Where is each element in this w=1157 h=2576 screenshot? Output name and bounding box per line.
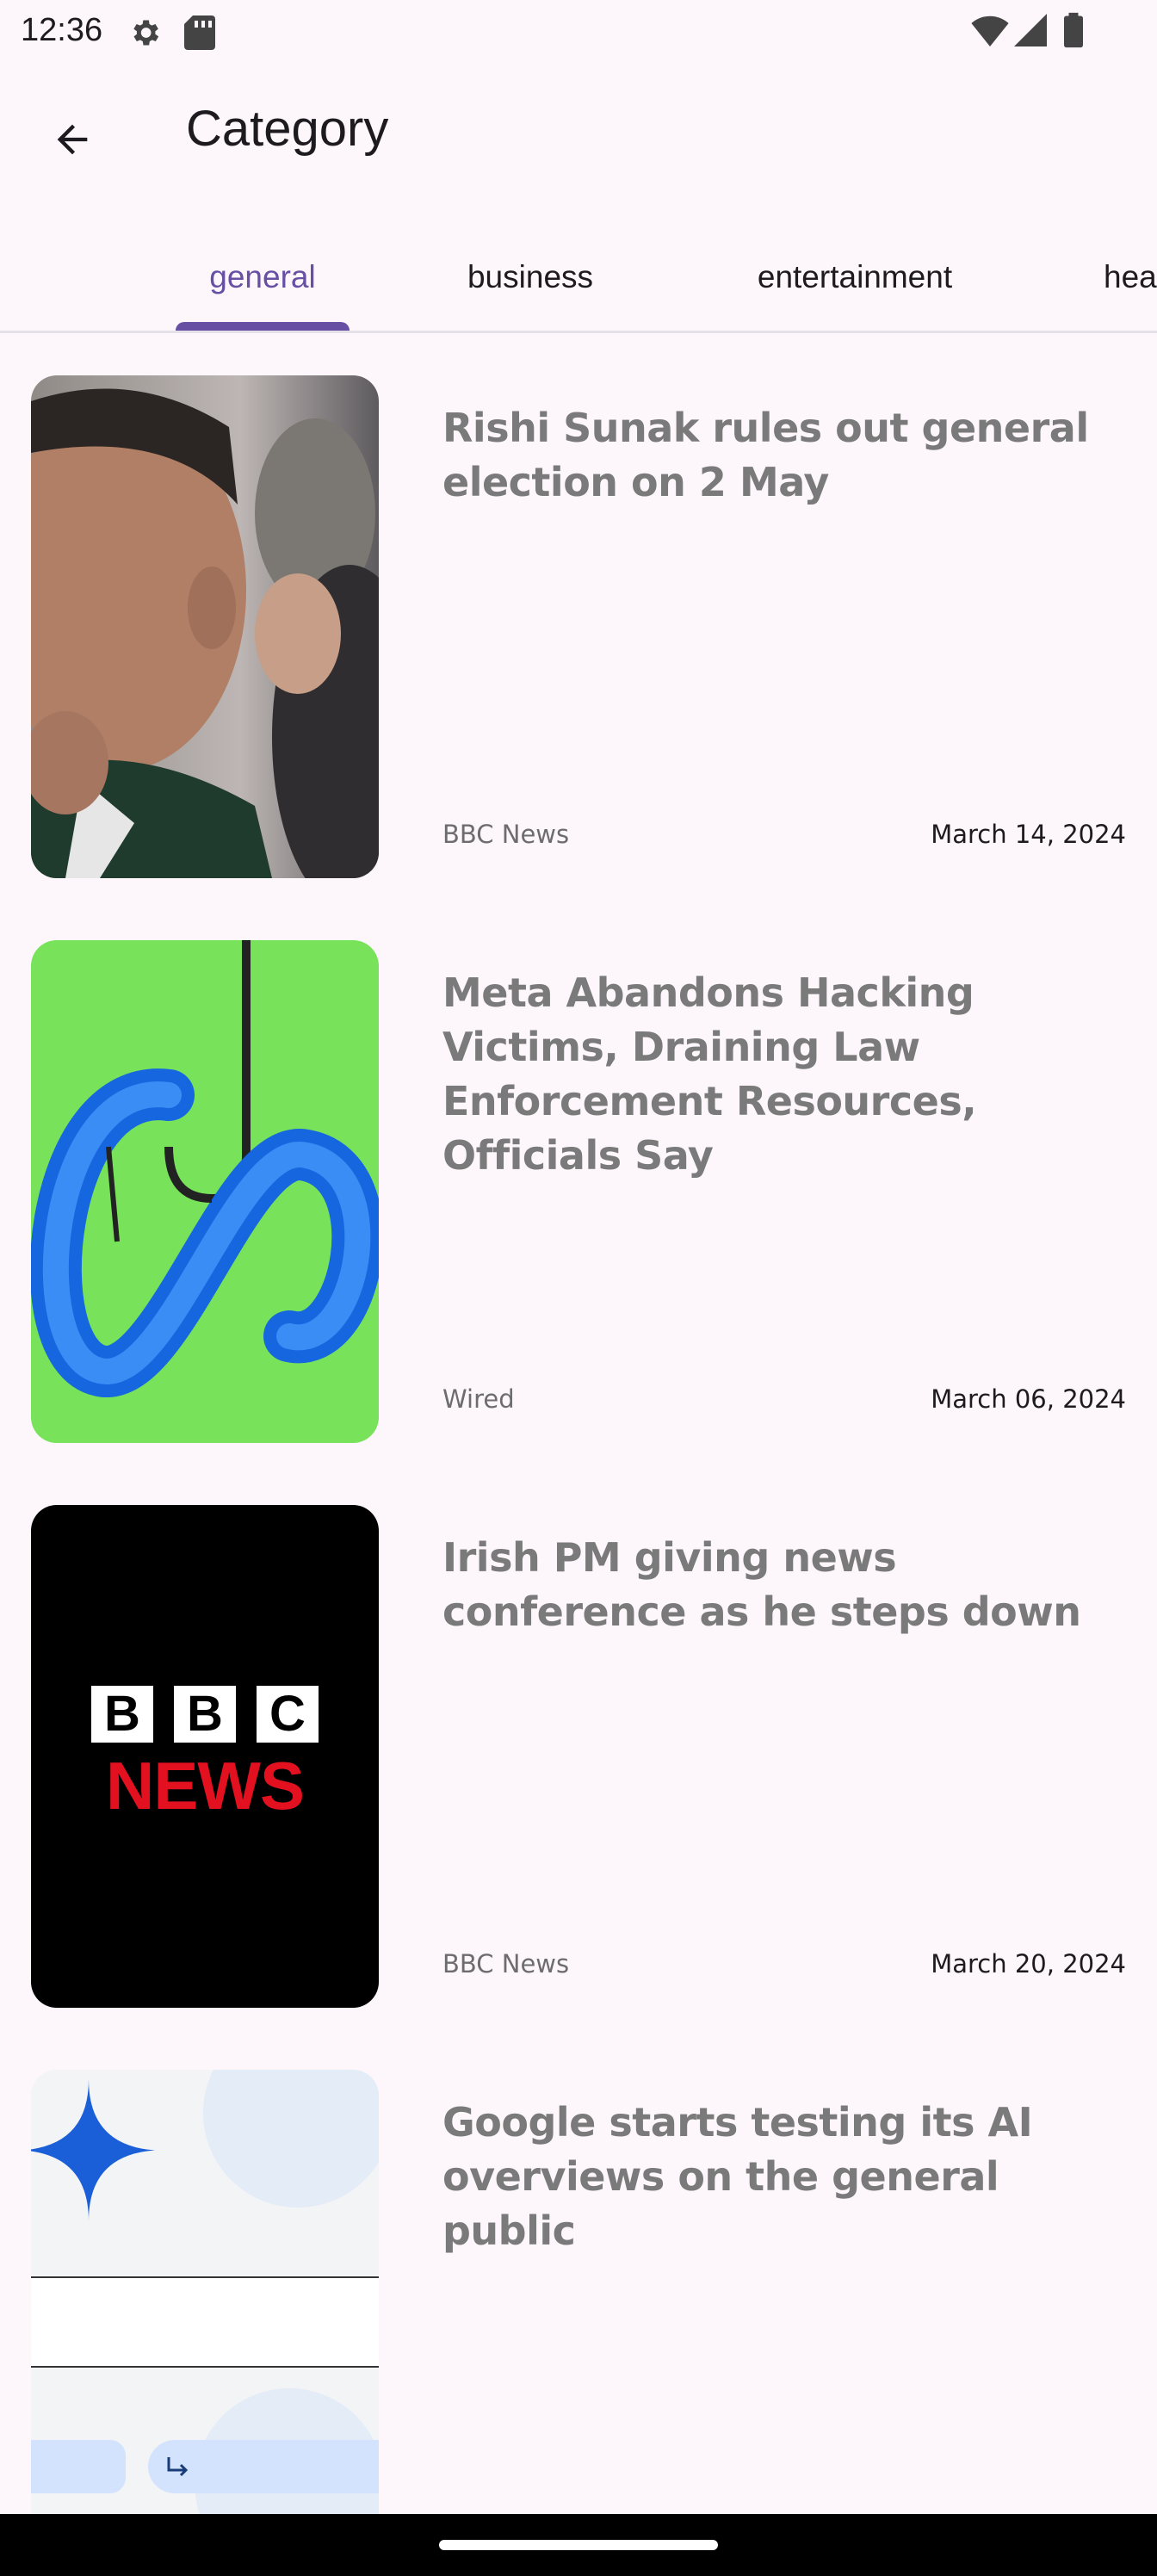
sd-card-icon — [184, 15, 215, 53]
tab-health[interactable]: hea — [1104, 224, 1157, 331]
article-date: March 14, 2024 — [931, 820, 1126, 849]
news-wordmark: NEWS — [106, 1748, 305, 1824]
article-source: BBC News — [442, 820, 570, 849]
article-card[interactable]: Rishi Sunak rules out general election o… — [0, 375, 1157, 878]
article-thumbnail — [31, 2070, 379, 2514]
article-title: Meta Abandons Hacking Victims, Draining … — [442, 969, 977, 1179]
article-title: Google starts testing its AI overviews o… — [442, 2099, 1033, 2254]
tab-label: entertainment — [757, 259, 953, 294]
status-bar: 12:36 — [0, 0, 1157, 62]
home-gesture-handle[interactable] — [439, 2540, 718, 2550]
article-date: March 20, 2024 — [931, 1949, 1126, 1978]
article-thumbnail: B B C NEWS — [31, 1505, 379, 2008]
article-title: Rishi Sunak rules out general election o… — [442, 405, 1089, 505]
app-bar: Category — [0, 62, 1157, 207]
tab-label: hea — [1104, 259, 1157, 294]
article-source: Wired — [442, 1384, 515, 1414]
tab-entertainment[interactable]: entertainment — [711, 224, 999, 331]
active-tab-indicator — [176, 322, 350, 331]
bbc-news-logo: B B C NEWS — [91, 1686, 319, 1820]
page-title: Category — [186, 101, 389, 157]
battery-icon — [1064, 12, 1083, 52]
article-title: Irish PM giving news conference as he st… — [442, 1534, 1081, 1635]
system-nav-bar — [0, 2514, 1157, 2576]
article-thumbnail — [31, 940, 379, 1443]
article-card[interactable]: B B C NEWS Irish PM giving news conferen… — [0, 1505, 1157, 2008]
back-button[interactable] — [31, 100, 114, 183]
article-thumbnail — [31, 375, 379, 878]
category-tab-bar: general business entertainment hea — [0, 224, 1157, 333]
bbc-block-letter: B — [91, 1686, 153, 1743]
article-source: BBC News — [442, 1949, 570, 1978]
tab-business[interactable]: business — [430, 224, 630, 331]
article-card[interactable]: Google starts testing its AI overviews o… — [0, 2070, 1157, 2573]
arrow-back-icon — [50, 117, 95, 165]
tab-general[interactable]: general — [176, 224, 350, 331]
signal-icon — [1014, 14, 1047, 50]
tab-label: general — [209, 259, 316, 294]
bbc-block-letter: C — [257, 1686, 319, 1743]
article-date: March 06, 2024 — [931, 1384, 1126, 1414]
settings-icon — [127, 15, 162, 53]
tab-label: business — [467, 259, 594, 294]
article-card[interactable]: Meta Abandons Hacking Victims, Draining … — [0, 940, 1157, 1443]
status-time: 12:36 — [21, 12, 103, 48]
wifi-icon — [971, 15, 1009, 50]
bbc-block-letter: B — [174, 1686, 236, 1743]
